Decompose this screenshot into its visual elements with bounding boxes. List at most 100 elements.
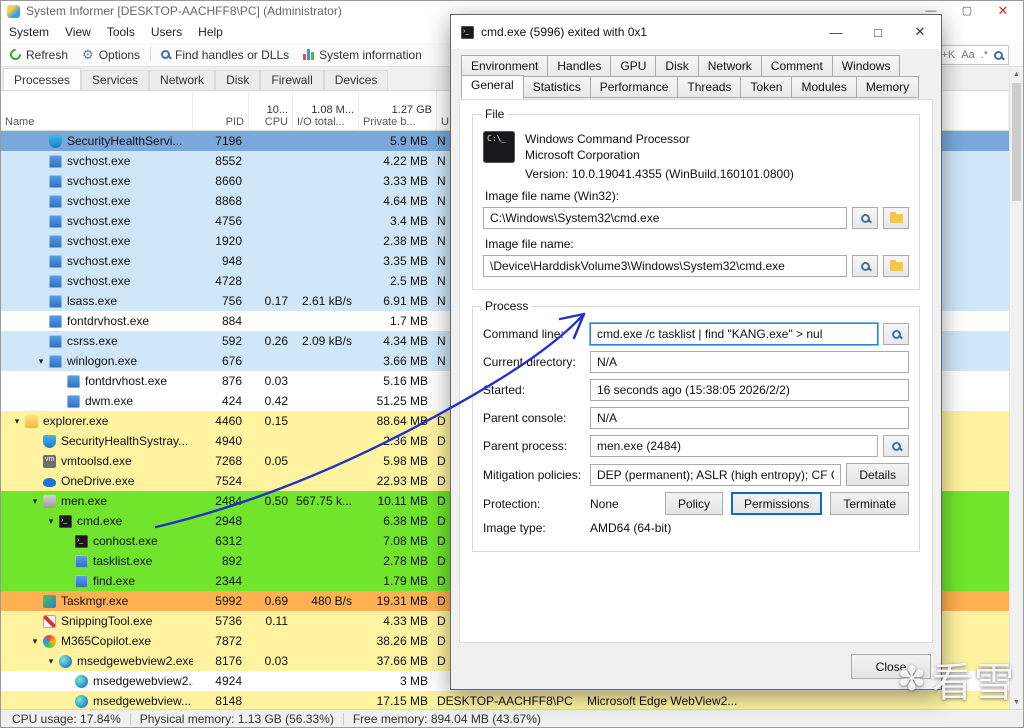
cpu-cell: 0.69 [249,594,293,608]
dialog-tab-statistics[interactable]: Statistics [523,76,591,98]
menu-users[interactable]: Users [143,21,190,43]
dialog-minimize-button[interactable]: — [815,15,857,49]
magnifier-icon [892,442,901,451]
image-win32-path-field[interactable] [483,207,847,229]
column-header-name[interactable]: Name [1,91,193,130]
dialog-tab-token[interactable]: Token [740,76,792,98]
command-line-field[interactable] [590,323,878,345]
dialog-tab-gpu[interactable]: GPU [610,55,656,77]
name-cell: ▾men.exe [1,494,193,508]
open-folder-button[interactable] [883,255,909,277]
menu-tools[interactable]: Tools [99,21,143,43]
close-icon[interactable]: ✕ [985,1,1021,20]
column-header-priv[interactable]: 1.27 GBPrivate b... [359,91,437,130]
details-button[interactable]: Details [846,463,909,486]
dialog-tab-memory[interactable]: Memory [856,76,919,98]
open-folder-button[interactable] [883,207,909,229]
inspect-parent-button[interactable] [883,435,909,457]
dialog-tab-general[interactable]: General [461,75,524,99]
dialog-tab-threads[interactable]: Threads [677,76,741,98]
process-name: svchost.exe [67,254,130,268]
process-row[interactable]: msedgewebview...814817.15 MBDESKTOP-AACH… [1,691,1009,709]
window-icon [49,215,62,228]
command-line-label: Command line: [483,327,585,341]
close-button[interactable]: Close [851,654,931,679]
window-icon [67,395,80,408]
started-field[interactable] [590,379,909,401]
column-header-io[interactable]: 1.08 M...I/O total... [293,91,359,130]
options-button[interactable]: ⚙Options [75,44,147,66]
process-name: fontdrvhost.exe [67,314,149,328]
private-bytes-cell: 4.34 MB [359,334,437,348]
scroll-up-arrow[interactable]: ▲ [1010,67,1023,81]
tab-services[interactable]: Services [81,70,149,90]
pid-cell: 5992 [193,594,249,608]
private-bytes-cell: 51.25 MB [359,394,437,408]
expander-icon[interactable]: ▾ [33,356,49,367]
product-name: Windows Command Processor [525,131,690,147]
tab-firewall[interactable]: Firewall [260,70,323,90]
private-bytes-cell: 3.66 MB [359,354,437,368]
image-native-path-field[interactable] [483,255,847,277]
cpu-cell: 0.17 [249,294,293,308]
permissions-button[interactable]: Permissions [731,492,822,515]
refresh-button[interactable]: Refresh [3,44,75,66]
dialog-tab-network[interactable]: Network [698,55,762,77]
cmd-icon [461,26,474,39]
pid-cell: 4940 [193,434,249,448]
process-name: conhost.exe [93,534,158,548]
regex-toggle[interactable]: .* [981,49,988,61]
dialog-tab-performance[interactable]: Performance [590,76,679,98]
mitigation-field[interactable] [590,464,841,486]
cpu-cell: 0.26 [249,334,293,348]
menu-help[interactable]: Help [190,21,231,43]
find-handles-button[interactable]: Find handles or DLLs [154,44,296,66]
parent-console-field[interactable] [590,407,909,429]
expander-icon[interactable]: ▾ [9,416,25,427]
parent-process-field[interactable] [590,435,878,457]
dialog-titlebar[interactable]: cmd.exe (5996) exited with 0x1 — □ ✕ [451,15,941,49]
terminate-button[interactable]: Terminate [830,492,909,515]
expander-icon[interactable]: ▾ [43,656,59,667]
inspect-file-button[interactable] [852,207,878,229]
dialog-tab-disk[interactable]: Disk [655,55,698,77]
dialog-tab-comment[interactable]: Comment [761,55,833,77]
maximize-button[interactable]: ▢ [949,1,985,20]
policy-button[interactable]: Policy [665,492,723,515]
match-case-toggle[interactable]: Aa [961,49,974,61]
expander-icon[interactable]: ▾ [27,496,43,507]
dialog-close-icon[interactable]: ✕ [899,15,941,49]
dialog-tab-windows[interactable]: Windows [832,55,901,77]
scroll-thumb[interactable] [1012,83,1021,201]
dialog-tab-handles[interactable]: Handles [547,55,611,77]
expander-icon[interactable]: ▾ [27,636,43,647]
folder-icon [890,262,903,271]
tab-disk[interactable]: Disk [215,70,260,90]
dialog-maximize-button[interactable]: □ [857,15,899,49]
menu-view[interactable]: View [57,21,99,43]
tab-network[interactable]: Network [149,70,215,90]
dialog-tab-environment[interactable]: Environment [461,55,548,77]
dialog-tab-modules[interactable]: Modules [791,76,856,98]
process-name: csrss.exe [67,334,118,348]
scroll-down-arrow[interactable]: ▼ [1010,695,1023,709]
process-name: OneDrive.exe [61,474,134,488]
image-type-label: Image type: [483,521,585,535]
process-name: svchost.exe [67,274,130,288]
name-cell: fontdrvhost.exe [1,374,193,388]
column-header-cpu[interactable]: 10...CPU [249,91,293,130]
io-cell: 2.09 kB/s [293,334,359,348]
inspect-command-line-button[interactable] [883,323,909,345]
current-directory-field[interactable] [590,351,909,373]
vertical-scrollbar[interactable]: ▲ ▼ [1009,67,1023,709]
inspect-file-button[interactable] [852,255,878,277]
column-header-pid[interactable]: PID [193,91,249,130]
mitigation-label: Mitigation policies: [483,468,585,482]
tab-devices[interactable]: Devices [324,70,389,90]
pid-cell: 876 [193,374,249,388]
name-cell: tasklist.exe [1,554,193,568]
tab-processes[interactable]: Processes [3,68,81,90]
expander-icon[interactable]: ▾ [43,516,59,527]
system-information-button[interactable]: System information [296,44,429,66]
menu-system[interactable]: System [1,21,57,43]
